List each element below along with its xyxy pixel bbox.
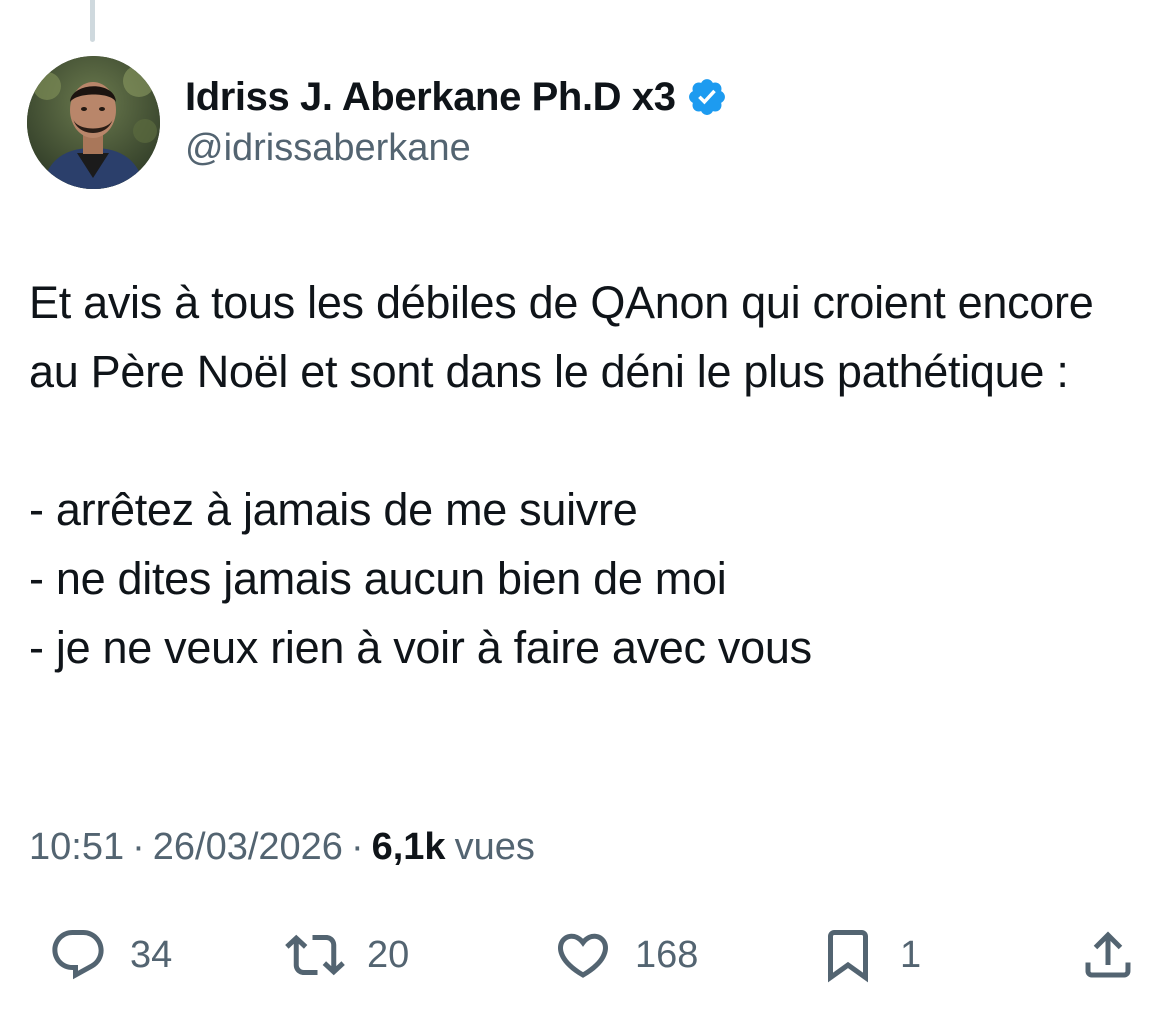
thread-connector-line: [90, 0, 95, 42]
heart-icon: [557, 933, 609, 978]
reply-count: 34: [130, 933, 173, 976]
meta-separator: ·: [132, 826, 145, 868]
tweet-text: Et avis à tous les débiles de QAnon qui …: [29, 277, 1094, 673]
retweet-icon: [285, 934, 345, 976]
tweet-meta: 10:51 · 26/03/2026 · 6,1k vues: [29, 826, 535, 869]
bookmark-icon: [828, 930, 868, 983]
like-count: 168: [635, 933, 699, 976]
tweet-time[interactable]: 10:51: [29, 826, 124, 869]
views-label: vues: [454, 826, 535, 868]
tweet-date[interactable]: 26/03/2026: [153, 826, 343, 869]
reply-icon: [52, 930, 104, 980]
meta-separator: ·: [350, 826, 364, 868]
views-count[interactable]: 6,1k: [372, 826, 446, 869]
verified-badge-icon[interactable]: [686, 76, 728, 118]
author-handle[interactable]: @idrissaberkane: [185, 127, 471, 170]
like-button[interactable]: 168: [553, 920, 698, 990]
bookmark-count: 1: [900, 933, 922, 976]
action-bar: 34 20 168 1: [0, 920, 1170, 990]
profile-photo: [27, 56, 160, 189]
retweet-count: 20: [367, 933, 410, 976]
reply-button[interactable]: 34: [48, 920, 172, 990]
share-button[interactable]: [1078, 920, 1138, 990]
bookmark-button[interactable]: 1: [818, 920, 921, 990]
author-name[interactable]: Idriss J. Aberkane Ph.D x3: [185, 75, 676, 120]
author-name-row[interactable]: Idriss J. Aberkane Ph.D x3: [185, 70, 728, 124]
share-icon: [1085, 931, 1131, 978]
retweet-button[interactable]: 20: [285, 920, 409, 990]
avatar[interactable]: [27, 56, 160, 189]
